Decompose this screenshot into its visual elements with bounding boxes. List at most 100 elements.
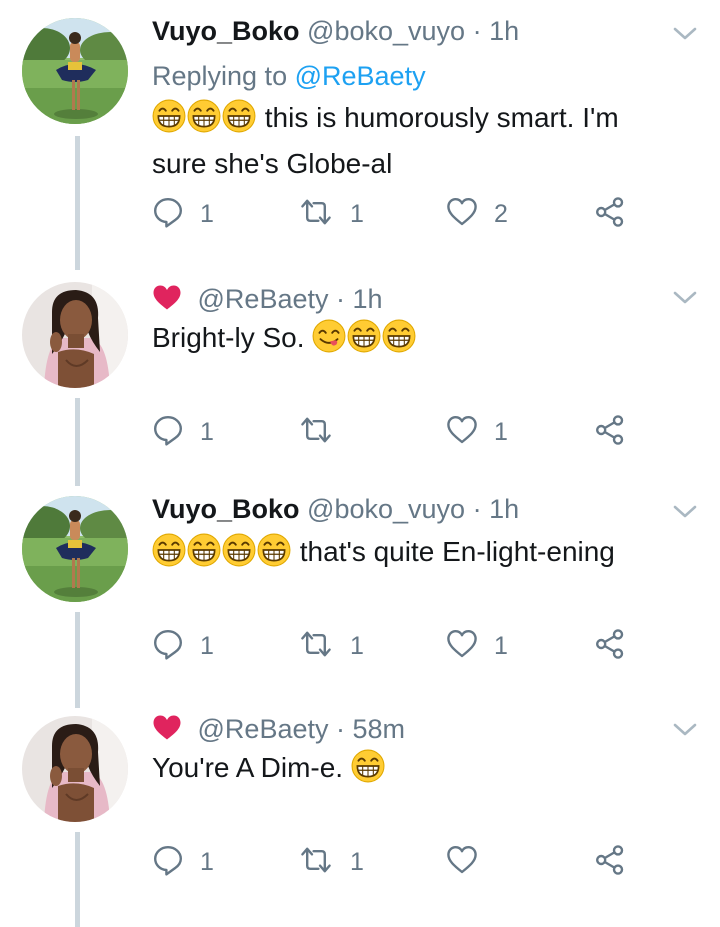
share-button[interactable]	[594, 412, 626, 452]
replying-prefix: Replying to	[152, 61, 288, 91]
handle[interactable]: @ReBaety	[198, 714, 329, 744]
like-icon	[446, 414, 478, 451]
chevron-down-icon[interactable]	[672, 504, 698, 525]
like-button[interactable]: 1	[446, 412, 508, 452]
retweet-button[interactable]: 1	[298, 842, 364, 882]
timestamp[interactable]: 1h	[489, 494, 519, 524]
tweet-text-line2: sure she's Globe-al	[152, 148, 393, 179]
tweet-4[interactable]: @ReBaety · 58m You're A Dim-e. 1 1	[0, 708, 720, 927]
display-name[interactable]: Vuyo_Boko	[152, 494, 300, 524]
grin-emoji	[382, 319, 416, 364]
reply-button[interactable]: 1	[152, 412, 214, 452]
timestamp[interactable]: 1h	[489, 16, 519, 46]
separator-dot: ·	[336, 714, 345, 744]
tweet-header: Vuyo_Boko @boko_vuyo · 1h	[152, 492, 519, 526]
share-icon	[594, 414, 626, 451]
thread-line	[75, 612, 80, 708]
reply-button[interactable]: 1	[152, 194, 214, 234]
like-icon	[446, 628, 478, 665]
share-button[interactable]	[594, 626, 626, 666]
timestamp[interactable]: 1h	[353, 284, 383, 314]
avatar[interactable]	[22, 496, 128, 602]
action-bar: 1 1 1	[152, 626, 652, 666]
avatar[interactable]	[22, 716, 128, 822]
retweet-count: 1	[350, 631, 364, 660]
tweet-text: this is humorously smart. I'm sure she's…	[152, 98, 682, 184]
tweet-header: @ReBaety · 1h	[152, 282, 383, 319]
grin-emoji	[222, 99, 256, 144]
display-name[interactable]: Vuyo_Boko	[152, 16, 300, 46]
action-bar: 1 1	[152, 842, 652, 882]
reply-count: 1	[200, 199, 214, 228]
share-button[interactable]	[594, 194, 626, 234]
like-icon	[446, 196, 478, 233]
replying-to: Replying to @ReBaety	[152, 58, 426, 94]
grin-emoji	[257, 533, 291, 578]
reply-count: 1	[200, 631, 214, 660]
chevron-down-icon[interactable]	[672, 722, 698, 743]
grin-emoji	[187, 99, 221, 144]
like-icon	[446, 844, 478, 881]
heart-badge-icon	[152, 284, 182, 319]
separator-dot: ·	[336, 284, 345, 314]
handle[interactable]: @boko_vuyo	[307, 16, 465, 46]
tweet-text: that's quite En-light-ening	[152, 532, 682, 578]
reply-count: 1	[200, 847, 214, 876]
thread-line	[75, 832, 80, 927]
handle[interactable]: @ReBaety	[198, 284, 329, 314]
retweet-icon	[298, 628, 334, 665]
tweet-text-content: You're A Dim-e.	[152, 752, 344, 783]
grin-emoji	[222, 533, 256, 578]
tweet-2[interactable]: @ReBaety · 1h Bright-ly So. 1 1	[0, 270, 720, 486]
share-icon	[594, 628, 626, 665]
grin-emoji	[152, 533, 186, 578]
retweet-count: 1	[350, 847, 364, 876]
share-icon	[594, 844, 626, 881]
retweet-icon	[298, 196, 334, 233]
grin-emoji	[351, 749, 385, 794]
separator-dot: ·	[472, 16, 482, 46]
grin-emoji	[187, 533, 221, 578]
retweet-button[interactable]	[298, 412, 350, 452]
tweet-3[interactable]: Vuyo_Boko @boko_vuyo · 1h that's quite E…	[0, 486, 720, 708]
reply-icon	[152, 414, 184, 451]
reply-icon	[152, 196, 184, 233]
like-button[interactable]: 1	[446, 626, 508, 666]
thread-line	[75, 136, 80, 270]
share-icon	[594, 196, 626, 233]
tweet-text-line1: this is humorously smart. I'm	[264, 102, 619, 133]
like-button[interactable]	[446, 842, 494, 882]
like-count: 1	[494, 631, 508, 660]
retweet-icon	[298, 844, 334, 881]
reply-button[interactable]: 1	[152, 842, 214, 882]
chevron-down-icon[interactable]	[672, 26, 698, 47]
retweet-button[interactable]: 1	[298, 194, 364, 234]
replying-to-link[interactable]: @ReBaety	[295, 61, 426, 91]
reply-button[interactable]: 1	[152, 626, 214, 666]
retweet-icon	[298, 414, 334, 451]
chevron-down-icon[interactable]	[672, 290, 698, 311]
tweet-text-content: that's quite En-light-ening	[299, 536, 615, 567]
action-bar: 1 1 2	[152, 194, 652, 234]
reply-icon	[152, 844, 184, 881]
separator-dot: ·	[472, 494, 482, 524]
handle[interactable]: @boko_vuyo	[307, 494, 465, 524]
grin-emoji	[152, 99, 186, 144]
tweet-header: Vuyo_Boko @boko_vuyo · 1h	[152, 14, 519, 48]
retweet-count: 1	[350, 199, 364, 228]
heart-badge-icon	[152, 714, 182, 749]
yum-emoji	[312, 319, 346, 364]
tweet-text: Bright-ly So.	[152, 318, 682, 364]
like-button[interactable]: 2	[446, 194, 508, 234]
tweet-1[interactable]: Vuyo_Boko @boko_vuyo · 1h Replying to @R…	[0, 0, 720, 270]
reply-icon	[152, 628, 184, 665]
retweet-button[interactable]: 1	[298, 626, 364, 666]
share-button[interactable]	[594, 842, 626, 882]
reply-count: 1	[200, 417, 214, 446]
tweet-header: @ReBaety · 58m	[152, 712, 405, 749]
like-count: 2	[494, 199, 508, 228]
timestamp[interactable]: 58m	[353, 714, 406, 744]
grin-emoji	[347, 319, 381, 364]
avatar[interactable]	[22, 282, 128, 388]
avatar[interactable]	[22, 18, 128, 124]
